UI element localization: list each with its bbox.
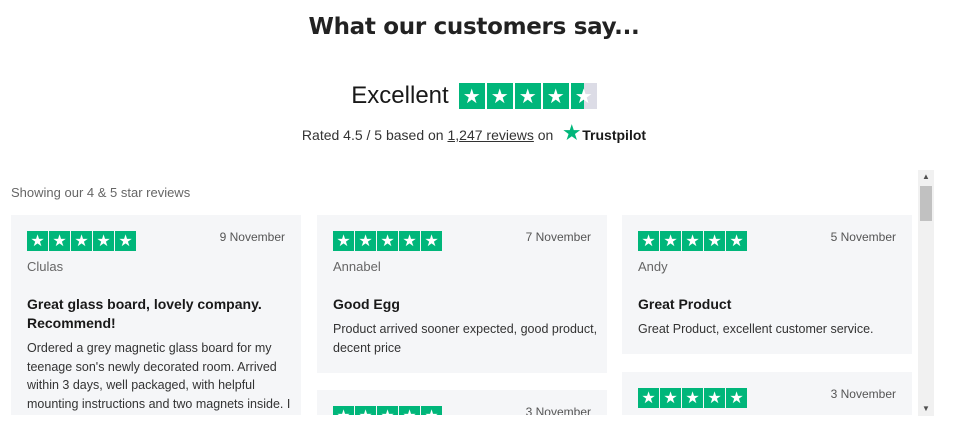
- trustpilot-logo[interactable]: ★ Trustpilot: [563, 123, 646, 146]
- scrollbar-thumb[interactable]: [920, 186, 932, 221]
- star-icon: ★: [377, 406, 398, 415]
- review-date: 7 November: [525, 230, 591, 244]
- scroll-up-arrow-icon[interactable]: ▲: [918, 170, 934, 184]
- star-icon: ★: [704, 388, 725, 408]
- rating-label: Excellent: [351, 82, 449, 109]
- review-author: Annabel: [333, 259, 381, 274]
- review-card[interactable]: ★ ★ ★ ★ ★ 5 November Andy Great Product …: [622, 215, 912, 354]
- star-icon: ★: [377, 231, 398, 251]
- star-icon: ★: [115, 231, 136, 251]
- star-icon: ★: [682, 231, 703, 251]
- widget-scrollbar[interactable]: ▲ ▼: [918, 170, 934, 416]
- star-icon: ★: [458, 83, 485, 109]
- star-icon: ★: [355, 231, 376, 251]
- star-icon: ★: [421, 406, 442, 415]
- review-stars: ★ ★ ★ ★ ★: [638, 231, 747, 251]
- review-author: Andy: [638, 259, 668, 274]
- star-icon: ★: [49, 231, 70, 251]
- review-body: Ordered a grey magnetic glass board for …: [27, 341, 291, 411]
- star-icon: ★: [514, 83, 541, 109]
- star-icon: ★: [333, 406, 354, 415]
- review-body: Great Product, excellent customer servic…: [638, 322, 874, 336]
- rated-text: Rated 4.5 / 5 based on: [301, 127, 444, 143]
- star-icon: ★: [27, 231, 48, 251]
- review-date: 5 November: [830, 230, 896, 244]
- star-icon: ★: [355, 406, 376, 415]
- star-icon: ★: [542, 83, 569, 109]
- rating-summary: Excellent ★ ★ ★ ★ ★: [0, 82, 948, 110]
- trustpilot-star-icon: ★: [563, 123, 581, 144]
- review-title: Good Egg: [333, 296, 400, 312]
- review-title: Great glass board, lovely company. Recom…: [27, 296, 262, 331]
- on-text: on: [537, 127, 554, 143]
- scroll-down-arrow-icon[interactable]: ▼: [918, 402, 934, 416]
- star-icon: ★: [638, 231, 659, 251]
- review-card[interactable]: ★ ★ ★ ★ ★ 9 November Clulas Great glass …: [11, 215, 301, 415]
- review-title: Great Product: [638, 296, 732, 312]
- reviews-widget: Showing our 4 & 5 star reviews ★ ★ ★ ★ ★…: [0, 170, 934, 415]
- review-card[interactable]: ★ ★ ★ ★ ★ 3 November: [622, 372, 912, 415]
- review-date: 3 November: [830, 387, 896, 401]
- star-icon: ★: [486, 83, 513, 109]
- reviews-count-link[interactable]: 1,247 reviews: [447, 127, 533, 143]
- trustpilot-brand-text: Trustpilot: [582, 126, 647, 143]
- review-date: 3 November: [525, 405, 591, 415]
- star-icon: ★: [399, 406, 420, 415]
- review-card[interactable]: ★ ★ ★ ★ ★ 3 November: [317, 390, 607, 415]
- review-stars: ★ ★ ★ ★ ★: [333, 231, 442, 251]
- review-stars: ★ ★ ★ ★ ★: [27, 231, 136, 251]
- star-icon: ★: [71, 231, 92, 251]
- star-icon: ★: [726, 231, 747, 251]
- star-icon: ★: [93, 231, 114, 251]
- review-date: 9 November: [219, 230, 285, 244]
- star-icon: ★: [726, 388, 747, 408]
- star-icon: ★: [638, 388, 659, 408]
- review-author: Clulas: [27, 259, 64, 274]
- star-icon: ★: [704, 231, 725, 251]
- review-card[interactable]: ★ ★ ★ ★ ★ 7 November Annabel Good Egg Pr…: [317, 215, 607, 373]
- star-icon: ★: [660, 388, 681, 408]
- star-icon: ★: [660, 231, 681, 251]
- star-icon: ★: [399, 231, 420, 251]
- review-stars: ★ ★ ★ ★ ★: [638, 388, 747, 408]
- review-body: Product arrived sooner expected, good pr…: [333, 322, 598, 355]
- section-heading: What our customers say...: [308, 14, 640, 40]
- overall-stars: ★ ★ ★ ★ ★: [458, 83, 597, 109]
- star-icon: ★: [421, 231, 442, 251]
- half-star-icon: ★: [570, 83, 597, 109]
- rated-line: Rated 4.5 / 5 based on 1,247 reviews on …: [0, 123, 948, 146]
- star-icon: ★: [682, 388, 703, 408]
- showing-filter-text: Showing our 4 & 5 star reviews: [11, 185, 191, 200]
- star-icon: ★: [333, 231, 354, 251]
- review-stars: ★ ★ ★ ★ ★: [333, 406, 442, 415]
